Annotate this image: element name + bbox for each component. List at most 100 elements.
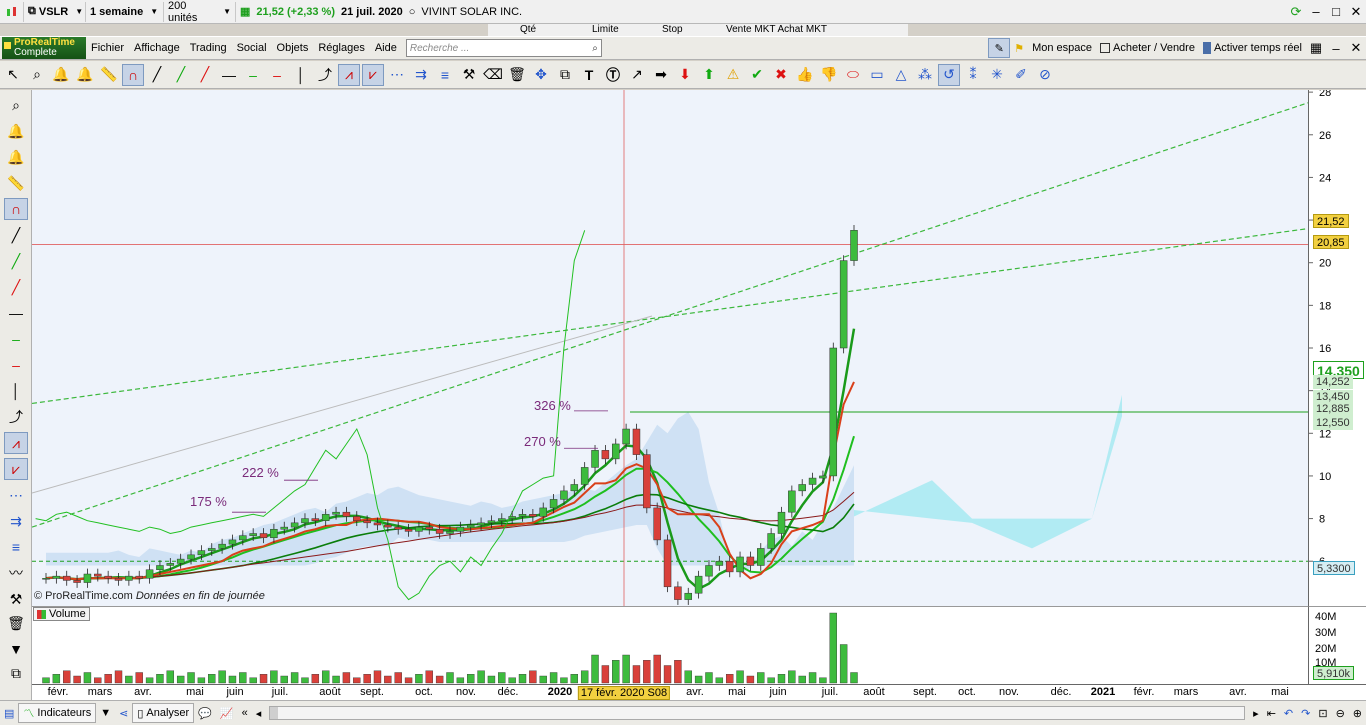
elliott-icon[interactable]: ⁑ [962, 64, 984, 86]
arrow-up-icon[interactable]: ⬆ [698, 64, 720, 86]
menu-trading[interactable]: Trading [185, 42, 232, 54]
alert-bell-plus-icon[interactable]: 🔔 [4, 146, 28, 168]
symbol-selector[interactable]: ⧉ VSLR ▼ [24, 1, 86, 22]
red-line-icon[interactable]: ╱ [4, 276, 28, 298]
pencil-icon[interactable]: ✐ [1010, 64, 1032, 86]
pattern-icon[interactable]: ⁂ [914, 64, 936, 86]
polyline-icon[interactable]: ⤴ [314, 64, 336, 86]
refresh-icon[interactable]: ⟳ [1286, 3, 1306, 21]
horizontal-scrollbar[interactable] [269, 706, 1246, 720]
text-bubble-icon[interactable]: Ⓣ [602, 64, 624, 86]
copy-icon[interactable]: ⧉ [4, 662, 28, 684]
red-hline-icon[interactable]: – [266, 64, 288, 86]
menu-reglages[interactable]: Réglages [313, 42, 369, 54]
fit-icon[interactable]: ⇤ [1263, 703, 1280, 723]
search-icon[interactable]: ⌕ [592, 43, 598, 54]
fib-levels-icon[interactable]: ≡ [434, 64, 456, 86]
chevron-down-icon[interactable]: ▼ [96, 703, 115, 723]
horizontal-line-icon[interactable]: — [218, 64, 240, 86]
close-button[interactable]: ✕ [1346, 39, 1366, 57]
price-axis[interactable]: 2826242220181614121086 21,52 20,85 14,35… [1308, 87, 1366, 606]
green-line-icon[interactable]: ╱ [170, 64, 192, 86]
green-hline-icon[interactable]: – [4, 328, 28, 350]
text-icon[interactable]: T [578, 64, 600, 86]
minimize-button[interactable]: – [1306, 3, 1326, 21]
menu-social[interactable]: Social [232, 42, 272, 54]
fibonacci-icon[interactable]: ⩗ [4, 458, 28, 480]
cursor-icon[interactable]: ↖ [2, 64, 24, 86]
share-icon[interactable]: ⋖ [115, 703, 132, 723]
cross-icon[interactable]: ✖ [770, 64, 792, 86]
mon-espace-button[interactable]: Mon espace [1028, 38, 1096, 58]
indicateurs-button[interactable]: 〽 Indicateurs [18, 703, 97, 723]
menu-affichage[interactable]: Affichage [129, 42, 185, 54]
green-hline-icon[interactable]: – [242, 64, 264, 86]
collapse-icon[interactable]: « [238, 703, 252, 723]
alert-bell-plus-icon[interactable]: 🔔 [74, 64, 96, 86]
line-icon[interactable]: ╱ [146, 64, 168, 86]
search-input[interactable]: Recherche ... ⌕ [405, 39, 602, 57]
date-axis[interactable]: févr. mars avr. mai juin juil. août sept. oct. no… [32, 684, 1366, 700]
acheter-vendre-button[interactable]: Acheter / Vendre [1096, 38, 1199, 58]
projection-icon[interactable]: ⋯ [4, 484, 28, 506]
polyline-icon[interactable]: ⤴ [4, 406, 28, 428]
warning-icon[interactable]: ⚠ [722, 64, 744, 86]
wave-icon[interactable]: 〰 [4, 562, 28, 584]
maximize-button[interactable]: □ [1326, 3, 1346, 21]
check-icon[interactable]: ✔ [746, 64, 768, 86]
scroll-left-icon[interactable]: ◂ [252, 703, 266, 723]
green-line-icon[interactable]: ╱ [4, 250, 28, 272]
cycle-icon[interactable]: ↺ [938, 63, 960, 86]
thumbs-down-icon[interactable]: 👎 [818, 64, 840, 86]
projection-icon[interactable]: ⋯ [386, 64, 408, 86]
market-order-labels[interactable]: Vente MKT Achat MKT [726, 24, 827, 35]
chart-settings-icon[interactable]: ▤ [0, 703, 18, 723]
fibonacci-icon[interactable]: ⩗ [362, 63, 384, 86]
zoom-icon[interactable]: ⌕ [26, 64, 48, 86]
zoom-in-icon[interactable]: ⊕ [1349, 703, 1366, 723]
chart-type-icon[interactable] [0, 1, 24, 22]
trash-icon[interactable]: 🗑 [506, 64, 528, 86]
alert-bell-icon[interactable]: 🔔 [50, 64, 72, 86]
rectangle-icon[interactable]: ▭ [866, 64, 888, 86]
volume-panel[interactable]: Volume [32, 606, 1308, 684]
close-button[interactable]: ✕ [1346, 3, 1366, 21]
arrows-icon[interactable]: ⇉ [4, 510, 28, 532]
trend-channel-icon[interactable]: ⩘ [4, 432, 28, 454]
arrow-diag-icon[interactable]: ↗ [626, 64, 648, 86]
price-chart-svg[interactable] [32, 90, 1308, 606]
chart-compare-icon[interactable]: 📈 [216, 703, 238, 723]
redo-icon[interactable]: ↷ [1297, 703, 1314, 723]
volume-tag[interactable]: Volume [33, 607, 90, 621]
ellipse-icon[interactable]: ⬭ [842, 64, 864, 86]
fib-levels-icon[interactable]: ≡ [4, 536, 28, 558]
arrows-icon[interactable]: ⇉ [410, 64, 432, 86]
red-hline-icon[interactable]: – [4, 354, 28, 376]
horizontal-line-icon[interactable]: — [4, 302, 28, 324]
thumbs-up-icon[interactable]: 👍 [794, 64, 816, 86]
units-selector[interactable]: 200 unités ▼ [164, 0, 236, 24]
zoom-out-icon[interactable]: ⊖ [1332, 703, 1349, 723]
scroll-down-icon[interactable]: ▼ [4, 638, 28, 660]
zoom-icon[interactable]: ⌕ [4, 94, 28, 116]
menu-aide[interactable]: Aide [370, 42, 402, 54]
trend-channel-icon[interactable]: ⩘ [338, 63, 360, 86]
ruler-icon[interactable]: 📏 [98, 64, 120, 86]
comment-icon[interactable]: 💬 [194, 703, 216, 723]
undo-icon[interactable]: ↶ [1280, 703, 1297, 723]
minimize-button[interactable]: – [1326, 39, 1346, 57]
red-line-icon[interactable]: ╱ [194, 64, 216, 86]
trash-icon[interactable]: 🗑 [4, 612, 28, 634]
arrow-down-icon[interactable]: ⬇ [674, 64, 696, 86]
disable-drawing-icon[interactable]: ⊘ [1034, 64, 1056, 86]
ruler-icon[interactable]: 📏 [4, 172, 28, 194]
layout-icon[interactable]: ▦ [1306, 39, 1326, 57]
flag-icon[interactable]: ⚑ [1010, 38, 1028, 58]
eraser-icon[interactable]: ⌫ [482, 64, 504, 86]
analyser-button[interactable]: ▯ Analyser [132, 703, 195, 723]
tools-icon[interactable]: ⚒ [4, 588, 28, 610]
period-selector[interactable]: 1 semaine ▼ [86, 1, 164, 22]
price-chart[interactable]: 326 % 270 % 222 % 175 % © ProRealTime.co… [32, 90, 1308, 606]
magnet-icon[interactable]: ∩ [4, 198, 28, 220]
gann-icon[interactable]: ✳ [986, 64, 1008, 86]
